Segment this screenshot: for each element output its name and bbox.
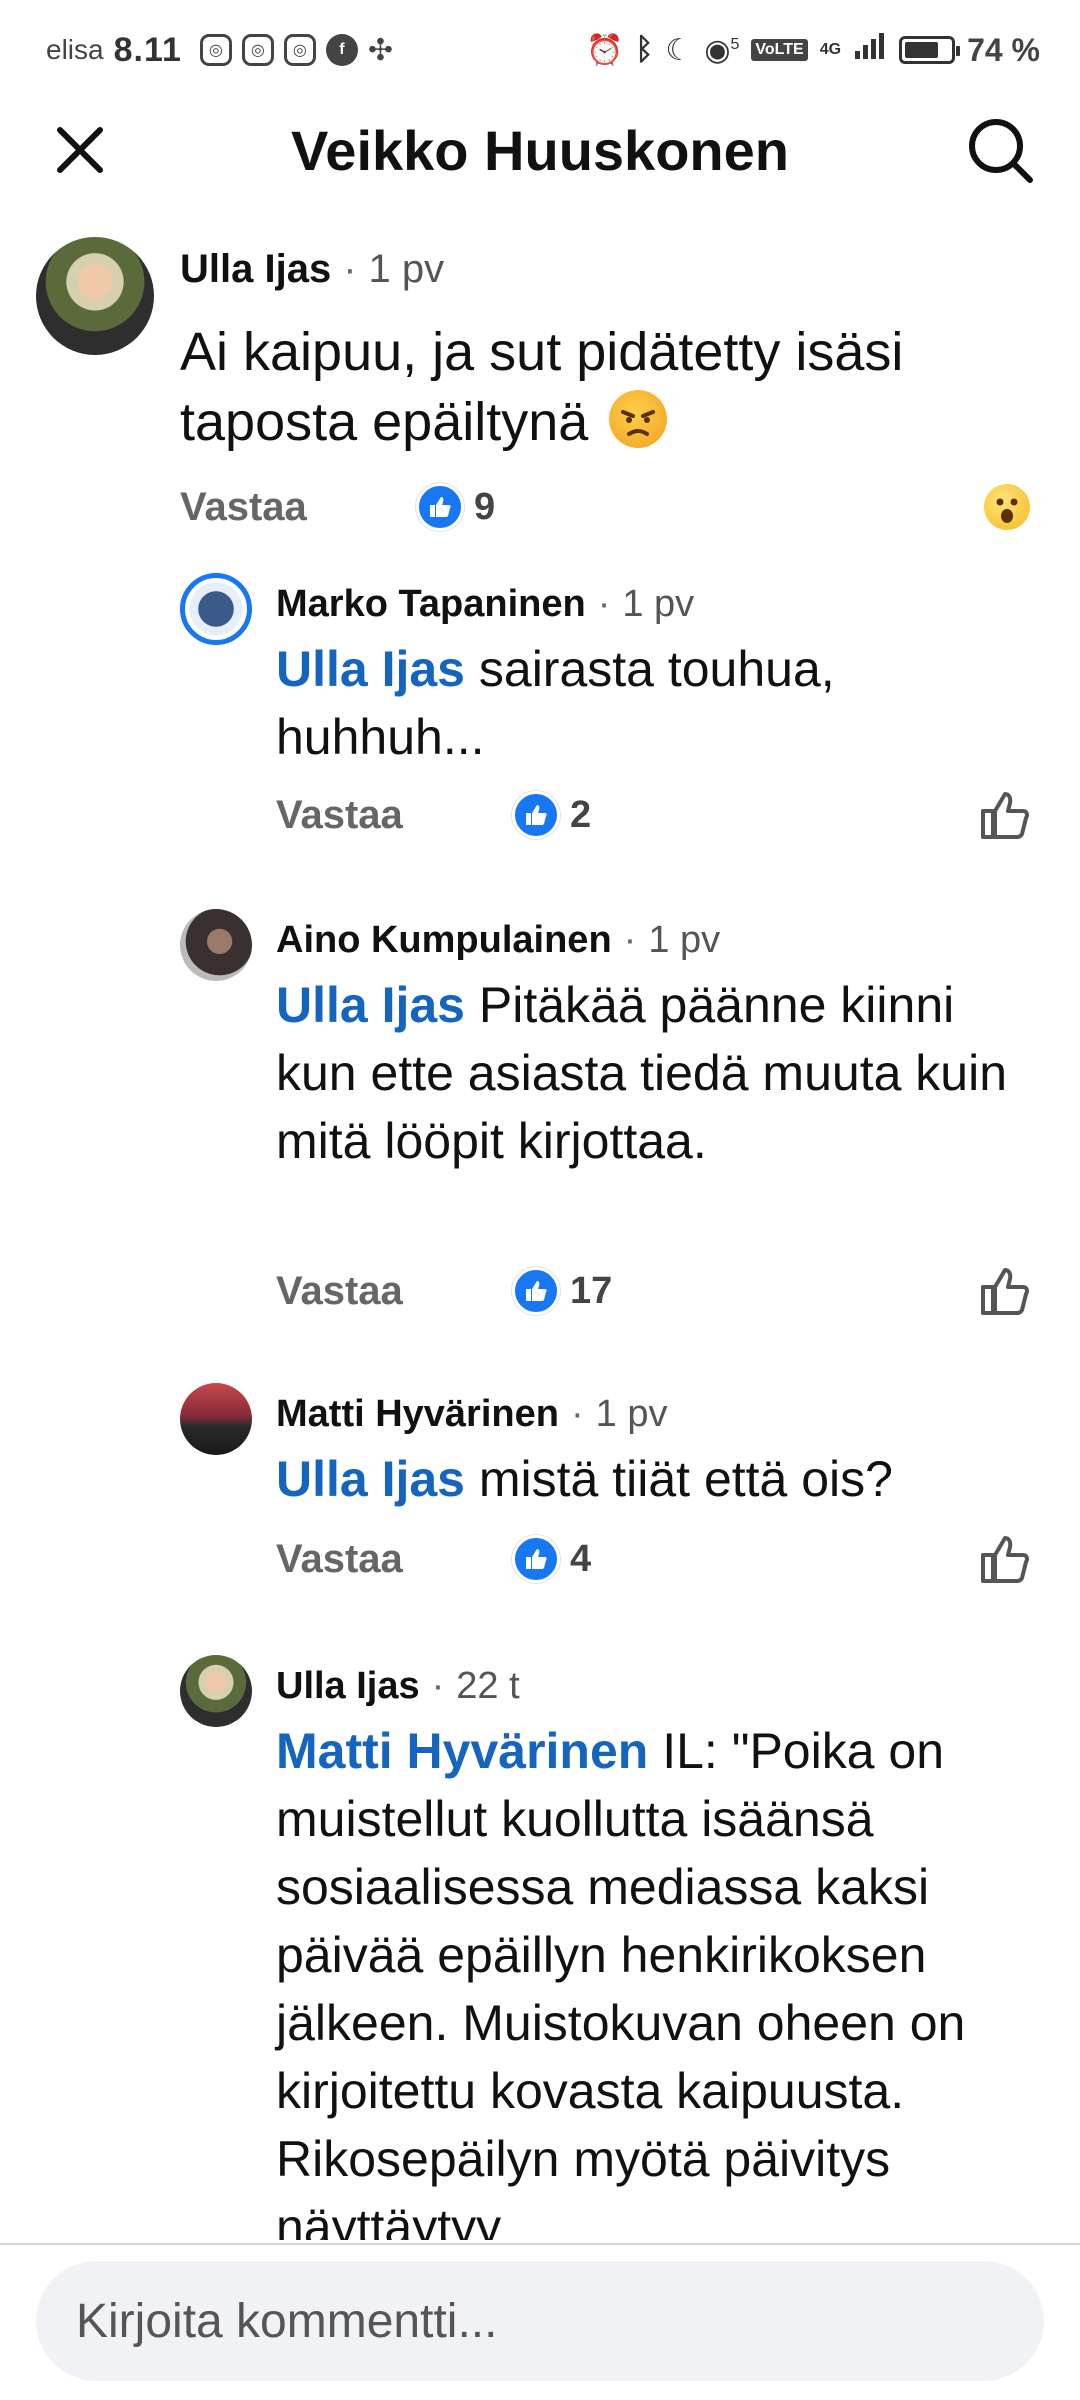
angry-face-icon bbox=[609, 390, 668, 448]
instagram-icon: ◎ bbox=[241, 34, 274, 66]
separator-dot: · bbox=[623, 919, 637, 961]
reply-comment: Ulla Ijas · 22 t Matti Hyvärinen IL: "Po… bbox=[0, 1655, 1080, 2240]
like-count: 2 bbox=[570, 793, 592, 836]
wow-reaction-icon[interactable] bbox=[984, 484, 1030, 530]
reply-button[interactable]: Vastaa bbox=[276, 793, 403, 838]
comment: Ulla Ijas · 1 pv Ai kaipuu, ja sut pidät… bbox=[0, 237, 1080, 557]
comment-author[interactable]: Ulla Ijas bbox=[276, 1665, 420, 1708]
like-icon bbox=[512, 1535, 560, 1583]
avatar[interactable] bbox=[180, 909, 252, 981]
header: Veikko Huuskonen bbox=[0, 100, 1080, 200]
close-icon bbox=[57, 127, 103, 173]
comment-age: 1 pv bbox=[368, 247, 445, 291]
comment-text: Ulla Ijas mistä tiiät että ois? bbox=[276, 1445, 1056, 1513]
comment-meta: Ulla Ijas · 1 pv bbox=[180, 247, 444, 292]
battery-icon bbox=[899, 36, 961, 64]
comment-author[interactable]: Aino Kumpulainen bbox=[276, 919, 612, 962]
reaction-summary[interactable]: 17 bbox=[512, 1267, 612, 1315]
comment-input-placeholder: Kirjoita kommentti... bbox=[76, 2294, 498, 2348]
reaction-summary[interactable]: 2 bbox=[512, 791, 591, 839]
comment-text: Ulla Ijas sairasta touhua, huhhuh... bbox=[276, 635, 1036, 771]
comment-actions: Vastaa 2 bbox=[276, 785, 1080, 845]
comment-actions: Vastaa 4 bbox=[276, 1529, 1080, 1589]
mention-link[interactable]: Ulla Ijas bbox=[276, 1451, 465, 1507]
close-button[interactable] bbox=[48, 118, 112, 182]
search-icon bbox=[969, 119, 1033, 183]
reply-button[interactable]: Vastaa bbox=[276, 1537, 403, 1582]
moon-icon: ☾ bbox=[665, 33, 693, 67]
comment-meta: Matti Hyvärinen · 1 pv bbox=[276, 1393, 667, 1436]
separator-dot: · bbox=[431, 1665, 445, 1707]
separator-dot: · bbox=[343, 247, 357, 291]
like-button[interactable] bbox=[978, 1533, 1030, 1585]
comment-input[interactable]: Kirjoita kommentti... bbox=[36, 2261, 1044, 2381]
avatar[interactable] bbox=[180, 1655, 252, 1727]
comment-text: Matti Hyvärinen IL: "Poika on muistellut… bbox=[276, 1717, 1066, 2240]
instagram-icon: ◎ bbox=[199, 34, 232, 66]
comment-text: Ulla Ijas Pitäkää päänne kiinni kun ette… bbox=[276, 971, 1036, 1175]
thumbs-up-icon bbox=[981, 1268, 1029, 1315]
search-button[interactable] bbox=[966, 116, 1036, 186]
separator-dot: · bbox=[597, 583, 611, 625]
separator-dot: · bbox=[570, 1393, 584, 1435]
like-button[interactable] bbox=[978, 1265, 1030, 1317]
reply-comment: Marko Tapaninen · 1 pv Ulla Ijas sairast… bbox=[0, 573, 1080, 893]
comment-actions: Vastaa 9 bbox=[180, 477, 1080, 537]
comment-meta: Ulla Ijas · 22 t bbox=[276, 1665, 520, 1708]
avatar[interactable] bbox=[180, 573, 252, 645]
mention-link[interactable]: Ulla Ijas bbox=[276, 641, 465, 697]
comment-text: Ai kaipuu, ja sut pidätetty isäsi tapost… bbox=[180, 317, 1020, 457]
alarm-icon: ⏰ bbox=[586, 33, 624, 67]
like-button[interactable] bbox=[978, 789, 1030, 841]
bluetooth-icon: ᛒ bbox=[635, 33, 654, 66]
comment-age: 1 pv bbox=[595, 1393, 668, 1435]
reply-comment: Aino Kumpulainen · 1 pv Ulla Ijas Pitäkä… bbox=[0, 909, 1080, 1369]
comment-composer: Kirjoita kommentti... bbox=[0, 2243, 1080, 2400]
hotspot-icon: ◉5 bbox=[704, 33, 740, 67]
like-icon bbox=[512, 1267, 560, 1315]
carrier-name: elisa bbox=[46, 34, 104, 65]
reaction-summary[interactable]: 9 bbox=[416, 483, 495, 531]
mention-link[interactable]: Ulla Ijas bbox=[276, 977, 465, 1033]
instagram-icon: ◎ bbox=[283, 34, 316, 66]
comment-meta: Marko Tapaninen · 1 pv bbox=[276, 583, 694, 626]
reply-comment: Matti Hyvärinen · 1 pv Ulla Ijas mistä t… bbox=[0, 1383, 1080, 1643]
like-count: 9 bbox=[474, 485, 496, 528]
avatar[interactable] bbox=[36, 237, 154, 355]
comment-age: 1 pv bbox=[648, 919, 721, 961]
comment-age: 22 t bbox=[456, 1665, 520, 1707]
comment-author[interactable]: Marko Tapaninen bbox=[276, 583, 586, 626]
reply-button[interactable]: Vastaa bbox=[180, 485, 307, 530]
like-count: 4 bbox=[570, 1537, 592, 1580]
volte-icon: VoLTE bbox=[751, 39, 808, 61]
like-count: 17 bbox=[570, 1269, 613, 1312]
comment-meta: Aino Kumpulainen · 1 pv bbox=[276, 919, 720, 962]
thumbs-up-icon bbox=[981, 1536, 1029, 1583]
comment-body: Ai kaipuu, ja sut pidätetty isäsi tapost… bbox=[180, 322, 904, 452]
clock: 8.11 bbox=[113, 30, 182, 69]
battery-percent: 74 % bbox=[967, 31, 1040, 68]
facebook-icon: f bbox=[325, 34, 358, 66]
network-type: 4G bbox=[819, 41, 842, 58]
comment-author[interactable]: Matti Hyvärinen bbox=[276, 1393, 559, 1436]
comment-actions: Vastaa 17 bbox=[276, 1261, 1080, 1321]
reaction-summary[interactable]: 4 bbox=[512, 1535, 591, 1583]
like-icon bbox=[512, 791, 560, 839]
hotspot-count: 5 bbox=[730, 35, 740, 53]
comment-body: IL: "Poika on muistellut kuollutta isään… bbox=[276, 1723, 966, 2240]
pinwheel-icon: ✣ bbox=[367, 33, 394, 67]
mention-link[interactable]: Matti Hyvärinen bbox=[276, 1723, 648, 1779]
page-title: Veikko Huuskonen bbox=[291, 118, 789, 182]
thumbs-up-icon bbox=[981, 792, 1029, 839]
signal-icon bbox=[853, 31, 887, 69]
comment-thread[interactable]: Ulla Ijas · 1 pv Ai kaipuu, ja sut pidät… bbox=[0, 215, 1080, 2240]
comment-age: 1 pv bbox=[622, 583, 695, 625]
comment-body: mistä tiiät että ois? bbox=[465, 1451, 893, 1507]
like-icon bbox=[416, 483, 464, 531]
comment-author[interactable]: Ulla Ijas bbox=[180, 247, 331, 292]
status-bar: elisa 8.11 ◎ ◎ ◎ f ✣ ⏰ ᛒ ☾ ◉5 VoLTE 4G 7… bbox=[0, 0, 1080, 100]
avatar[interactable] bbox=[180, 1383, 252, 1455]
reply-button[interactable]: Vastaa bbox=[276, 1269, 403, 1314]
